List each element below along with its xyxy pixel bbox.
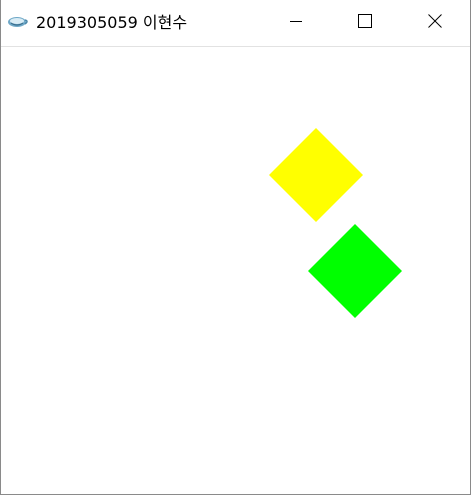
close-icon	[427, 13, 443, 33]
yellow-diamond	[269, 128, 363, 222]
yellow-diamond-shape	[269, 128, 363, 222]
minimize-icon	[288, 13, 304, 33]
java-cup-icon[interactable]	[7, 13, 29, 29]
green-diamond	[308, 224, 402, 318]
drawing-canvas	[1, 47, 470, 494]
title-bar[interactable]: 2019305059 이현수	[1, 0, 470, 47]
green-diamond-shape	[308, 224, 402, 318]
window-title: 2019305059 이현수	[36, 13, 188, 32]
maximize-icon	[357, 13, 373, 33]
minimize-button[interactable]	[273, 0, 319, 46]
close-button[interactable]	[412, 0, 458, 46]
maximize-button[interactable]	[342, 0, 388, 46]
app-window: 2019305059 이현수	[0, 0, 471, 495]
